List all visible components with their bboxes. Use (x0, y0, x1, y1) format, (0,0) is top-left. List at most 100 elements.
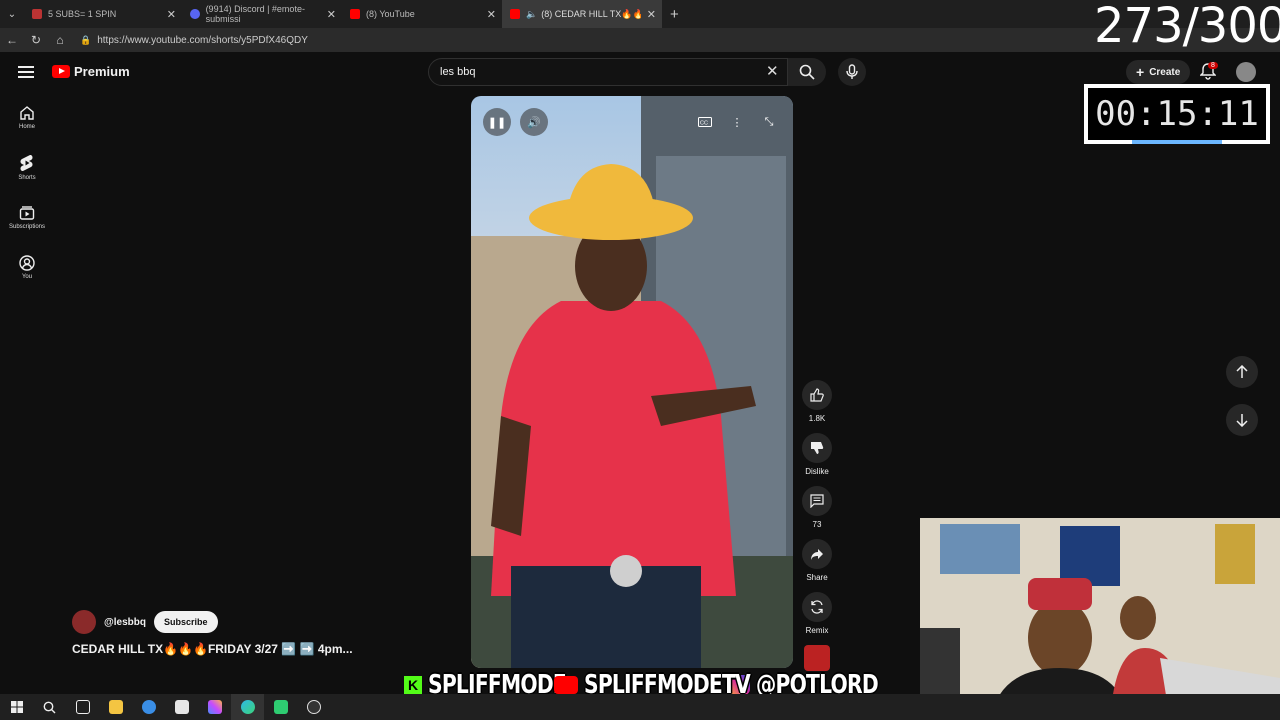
youtube-logo[interactable]: Premium (52, 64, 130, 79)
pause-icon[interactable]: ❚❚ (483, 108, 511, 136)
tab-title: 5 SUBS= 1 SPIN (48, 9, 117, 19)
clear-search-icon[interactable]: ✕ (766, 62, 779, 80)
browser-tab-active[interactable]: 🔈 (8) CEDAR HILL TX🔥🔥🔥FRI ✕ (502, 0, 662, 28)
search-icon[interactable] (33, 694, 66, 720)
share-icon (811, 549, 823, 560)
sidebar-label: Shorts (18, 174, 36, 181)
remix-button[interactable]: Remix (802, 592, 832, 635)
menu-icon[interactable] (18, 66, 34, 78)
channel-info: @lesbbq Subscribe (72, 610, 218, 634)
create-label: Create (1149, 66, 1181, 78)
close-tab-icon[interactable]: ✕ (167, 8, 176, 21)
browser-tab-1[interactable]: 5 SUBS= 1 SPIN ✕ (24, 0, 182, 28)
like-count: 1.8K (808, 414, 826, 423)
video-title[interactable]: CEDAR HILL TX🔥🔥🔥FRIDAY 3/27 ➡️ ➡️ 4pm... (72, 642, 353, 656)
timer-accent-line (1132, 140, 1222, 144)
youtube-play-icon (52, 65, 70, 78)
search-input[interactable]: les bbq (428, 58, 788, 86)
plus-icon: + (1136, 64, 1145, 80)
share-button[interactable]: Share (802, 539, 832, 582)
sidebar-label: You (21, 273, 33, 280)
tab-title: (9914) Discord | #emote-submissi (205, 4, 305, 24)
edge-browser-icon[interactable] (231, 694, 264, 720)
sidebar: Home Shorts Subscriptions You (0, 92, 54, 292)
home-icon (20, 105, 34, 120)
task-view-icon[interactable] (66, 694, 99, 720)
youtube-favicon (510, 9, 520, 19)
logo-text: Premium (74, 64, 130, 79)
close-tab-icon[interactable]: ✕ (327, 8, 336, 21)
comments-button[interactable]: 73 (802, 486, 832, 529)
thumbs-up-icon (810, 388, 824, 402)
tab-favicon (32, 9, 42, 19)
youtube-favicon (350, 9, 360, 19)
video-frame-image (471, 96, 793, 668)
subscriptions-icon (19, 205, 35, 220)
browser-tab-3[interactable]: (8) YouTube ✕ (342, 0, 502, 28)
home-icon[interactable]: ⌂ (48, 33, 72, 47)
timer-text: 00:15:11 (1088, 88, 1266, 140)
svg-text:CC: CC (700, 121, 708, 127)
thumbs-down-icon (811, 442, 824, 454)
channel-name[interactable]: @lesbbq (104, 617, 146, 628)
streaming-app-icon[interactable] (264, 694, 297, 720)
subscribe-button[interactable]: Subscribe (153, 611, 218, 633)
account-avatar[interactable] (1236, 62, 1256, 82)
dislike-label: Dislike (805, 467, 829, 476)
sidebar-label: Subscriptions (8, 223, 46, 230)
sidebar-item-shorts[interactable]: Shorts (0, 142, 54, 192)
previous-short-button[interactable] (1226, 356, 1258, 388)
copilot-icon[interactable] (198, 694, 231, 720)
back-icon[interactable]: ← (0, 33, 24, 47)
browser-tab-2[interactable]: (9914) Discord | #emote-submissi ✕ (182, 0, 342, 28)
kick-logo-icon: K (404, 676, 422, 694)
sidebar-item-home[interactable]: Home (0, 92, 54, 142)
discord-favicon (190, 9, 200, 19)
search-query: les bbq (440, 66, 476, 78)
remix-label: Remix (805, 626, 829, 635)
sidebar-item-subscriptions[interactable]: Subscriptions (0, 192, 54, 242)
volume-icon[interactable]: 🔊 (520, 108, 548, 136)
address-bar: ← ↻ ⌂ 🔒 https://www.youtube.com/shorts/y… (0, 28, 1280, 52)
subscriber-goal-counter: 273/300 (1094, 0, 1280, 54)
like-button[interactable]: 1.8K (802, 380, 832, 423)
lock-icon: 🔒 (80, 34, 92, 45)
settings-app-icon[interactable] (132, 694, 165, 720)
voice-search-button[interactable] (838, 58, 866, 86)
sidebar-item-you[interactable]: You (0, 242, 54, 292)
url-text: https://www.youtube.com/shorts/y5PDfX46Q… (97, 34, 308, 46)
webcam-image (920, 518, 1280, 720)
reload-icon[interactable]: ↻ (24, 33, 48, 47)
shorts-action-bar: 1.8K Dislike 73 Share Remix (802, 380, 832, 671)
comment-icon (810, 494, 824, 508)
dislike-button[interactable]: Dislike (802, 433, 832, 476)
channel-avatar[interactable] (72, 610, 96, 634)
arrow-up-icon (1236, 365, 1248, 378)
arrow-down-icon (1236, 414, 1248, 427)
notification-count-badge: 8 (1208, 62, 1218, 69)
more-options-icon[interactable]: ⋮ (723, 108, 751, 136)
search-button[interactable] (788, 58, 826, 86)
obs-icon[interactable] (297, 694, 330, 720)
you-icon (19, 254, 35, 271)
tab-list-chevron-icon[interactable]: ⌄ (0, 0, 24, 28)
next-short-button[interactable] (1226, 404, 1258, 436)
windows-taskbar (0, 694, 1280, 720)
url-field[interactable]: 🔒 https://www.youtube.com/shorts/y5PDfX4… (80, 35, 308, 46)
close-tab-icon[interactable]: ✕ (647, 8, 656, 21)
tab-title: (8) CEDAR HILL TX🔥🔥🔥FRI (541, 8, 642, 19)
webcam-overlay (920, 518, 1280, 720)
create-button[interactable]: + Create (1126, 60, 1191, 84)
speaker-icon[interactable]: 🔈 (526, 9, 537, 20)
stream-timer: 00:15:11 (1084, 84, 1270, 144)
windows-start-icon[interactable] (0, 694, 33, 720)
shorts-video-player[interactable]: ❚❚ 🔊 CC ⋮ ⤡ (471, 96, 793, 668)
fullscreen-icon[interactable]: ⤡ (755, 108, 783, 136)
shorts-icon (20, 154, 33, 171)
file-explorer-icon[interactable] (99, 694, 132, 720)
new-tab-button[interactable]: + (662, 0, 687, 28)
store-icon[interactable] (165, 694, 198, 720)
close-tab-icon[interactable]: ✕ (487, 8, 496, 21)
captions-icon[interactable]: CC (691, 108, 719, 136)
comment-count: 73 (812, 520, 822, 529)
